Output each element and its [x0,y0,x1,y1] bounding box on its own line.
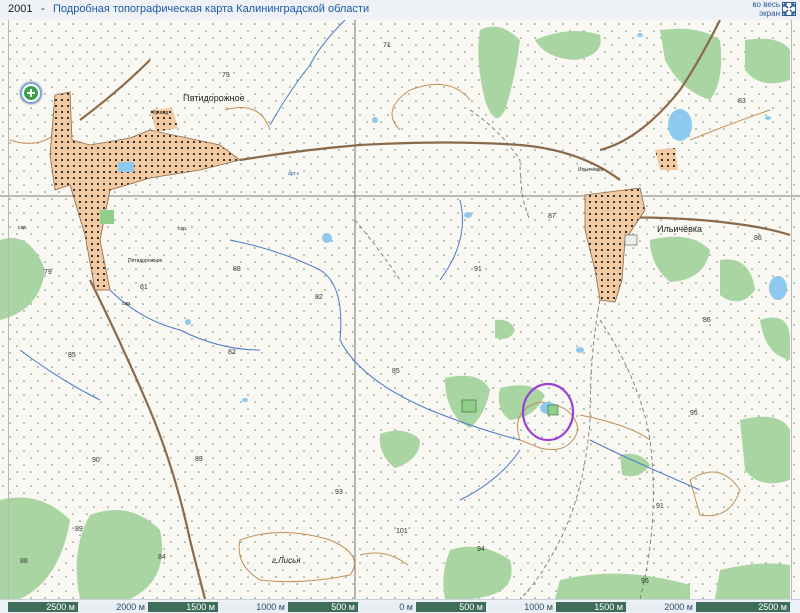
feature-label: сар. [122,301,131,307]
map-canvas[interactable]: 79 71 83 87 91 86 79 81 88 82 82 85 85 8… [0,20,800,599]
elevation-label: 94 [477,546,485,553]
elevation-label: 89 [75,526,83,533]
elevation-label: 84 [158,554,166,561]
elevation-label: 85 [68,352,76,359]
scale-segment: 1500 м [148,602,218,612]
elevation-label: 91 [656,503,664,510]
scale-segment: 1500 м [556,602,626,612]
title-bar: 2001 - Подробная топографическая карта К… [0,0,800,21]
hill-label: г.Лисья [272,556,301,565]
scale-segment: 1000 м [218,602,288,612]
elevation-label: 85 [392,368,400,375]
scale-segment: 2500 м [8,602,78,612]
fullscreen-button[interactable]: во весь экран [752,0,780,18]
elevation-label: 86 [754,235,762,242]
scale-segment: 2000 м [78,602,148,612]
place-label-ilichevka-small: Ильичёвка [578,167,603,173]
topographic-map: 79 71 83 87 91 86 79 81 88 82 82 85 85 8… [0,20,800,599]
feature-label: сар. [18,225,27,231]
feature-label: сар. [178,226,187,232]
elevation-label: 83 [195,456,203,463]
place-label-ilichevka: Ильичёвка [657,224,702,234]
scale-bar: 2500 м 2000 м 1500 м 1000 м 500 м 0 м 50… [0,599,800,613]
elevation-label: 90 [92,457,100,464]
elevation-label: 83 [738,98,746,105]
farmstead [547,404,559,416]
expand-icon[interactable] [782,2,796,16]
scale-segment: 0 м [358,602,416,612]
orchard [461,399,477,413]
scale-segment: 1000 м [486,602,556,612]
elevation-label: 88 [233,266,241,273]
elevation-label: 81 [140,284,148,291]
fullscreen-label-line2: экран [759,9,780,18]
map-title: Подробная топографическая карта Калининг… [53,3,370,15]
elevation-label: 79 [44,269,52,276]
scale-segment: 2500 м [696,602,790,612]
elevation-label: 96 [641,578,649,585]
elevation-label: 82 [315,294,323,301]
feature-label: арт.к [288,171,300,177]
elevation-label: 101 [396,528,408,535]
elevation-label: 79 [222,72,230,79]
elevation-label: 82 [228,349,236,356]
elevation-label: 87 [548,213,556,220]
plus-icon [24,86,38,100]
elevation-label: 95 [690,410,698,417]
scale-segment: 500 м [416,602,486,612]
scale-segment: 2000 м [626,602,696,612]
zoom-in-button[interactable] [20,82,42,104]
feature-label: бр.вод [153,110,168,116]
elevation-label: 88 [20,558,28,565]
place-label-pyatidorozhnoe: Пятидорожное [183,93,245,103]
elevation-label: 91 [474,266,482,273]
title-separator: - [41,3,45,15]
map-year: 2001 [8,3,33,15]
elevation-label: 93 [335,489,343,496]
elevation-label: 86 [703,317,711,324]
scale-segment: 500 м [288,602,358,612]
fullscreen-label-line1: во весь [752,0,780,9]
place-label-pyatidorozhnoe-small: Пятидорожное [128,258,162,264]
elevation-label: 71 [383,42,391,49]
